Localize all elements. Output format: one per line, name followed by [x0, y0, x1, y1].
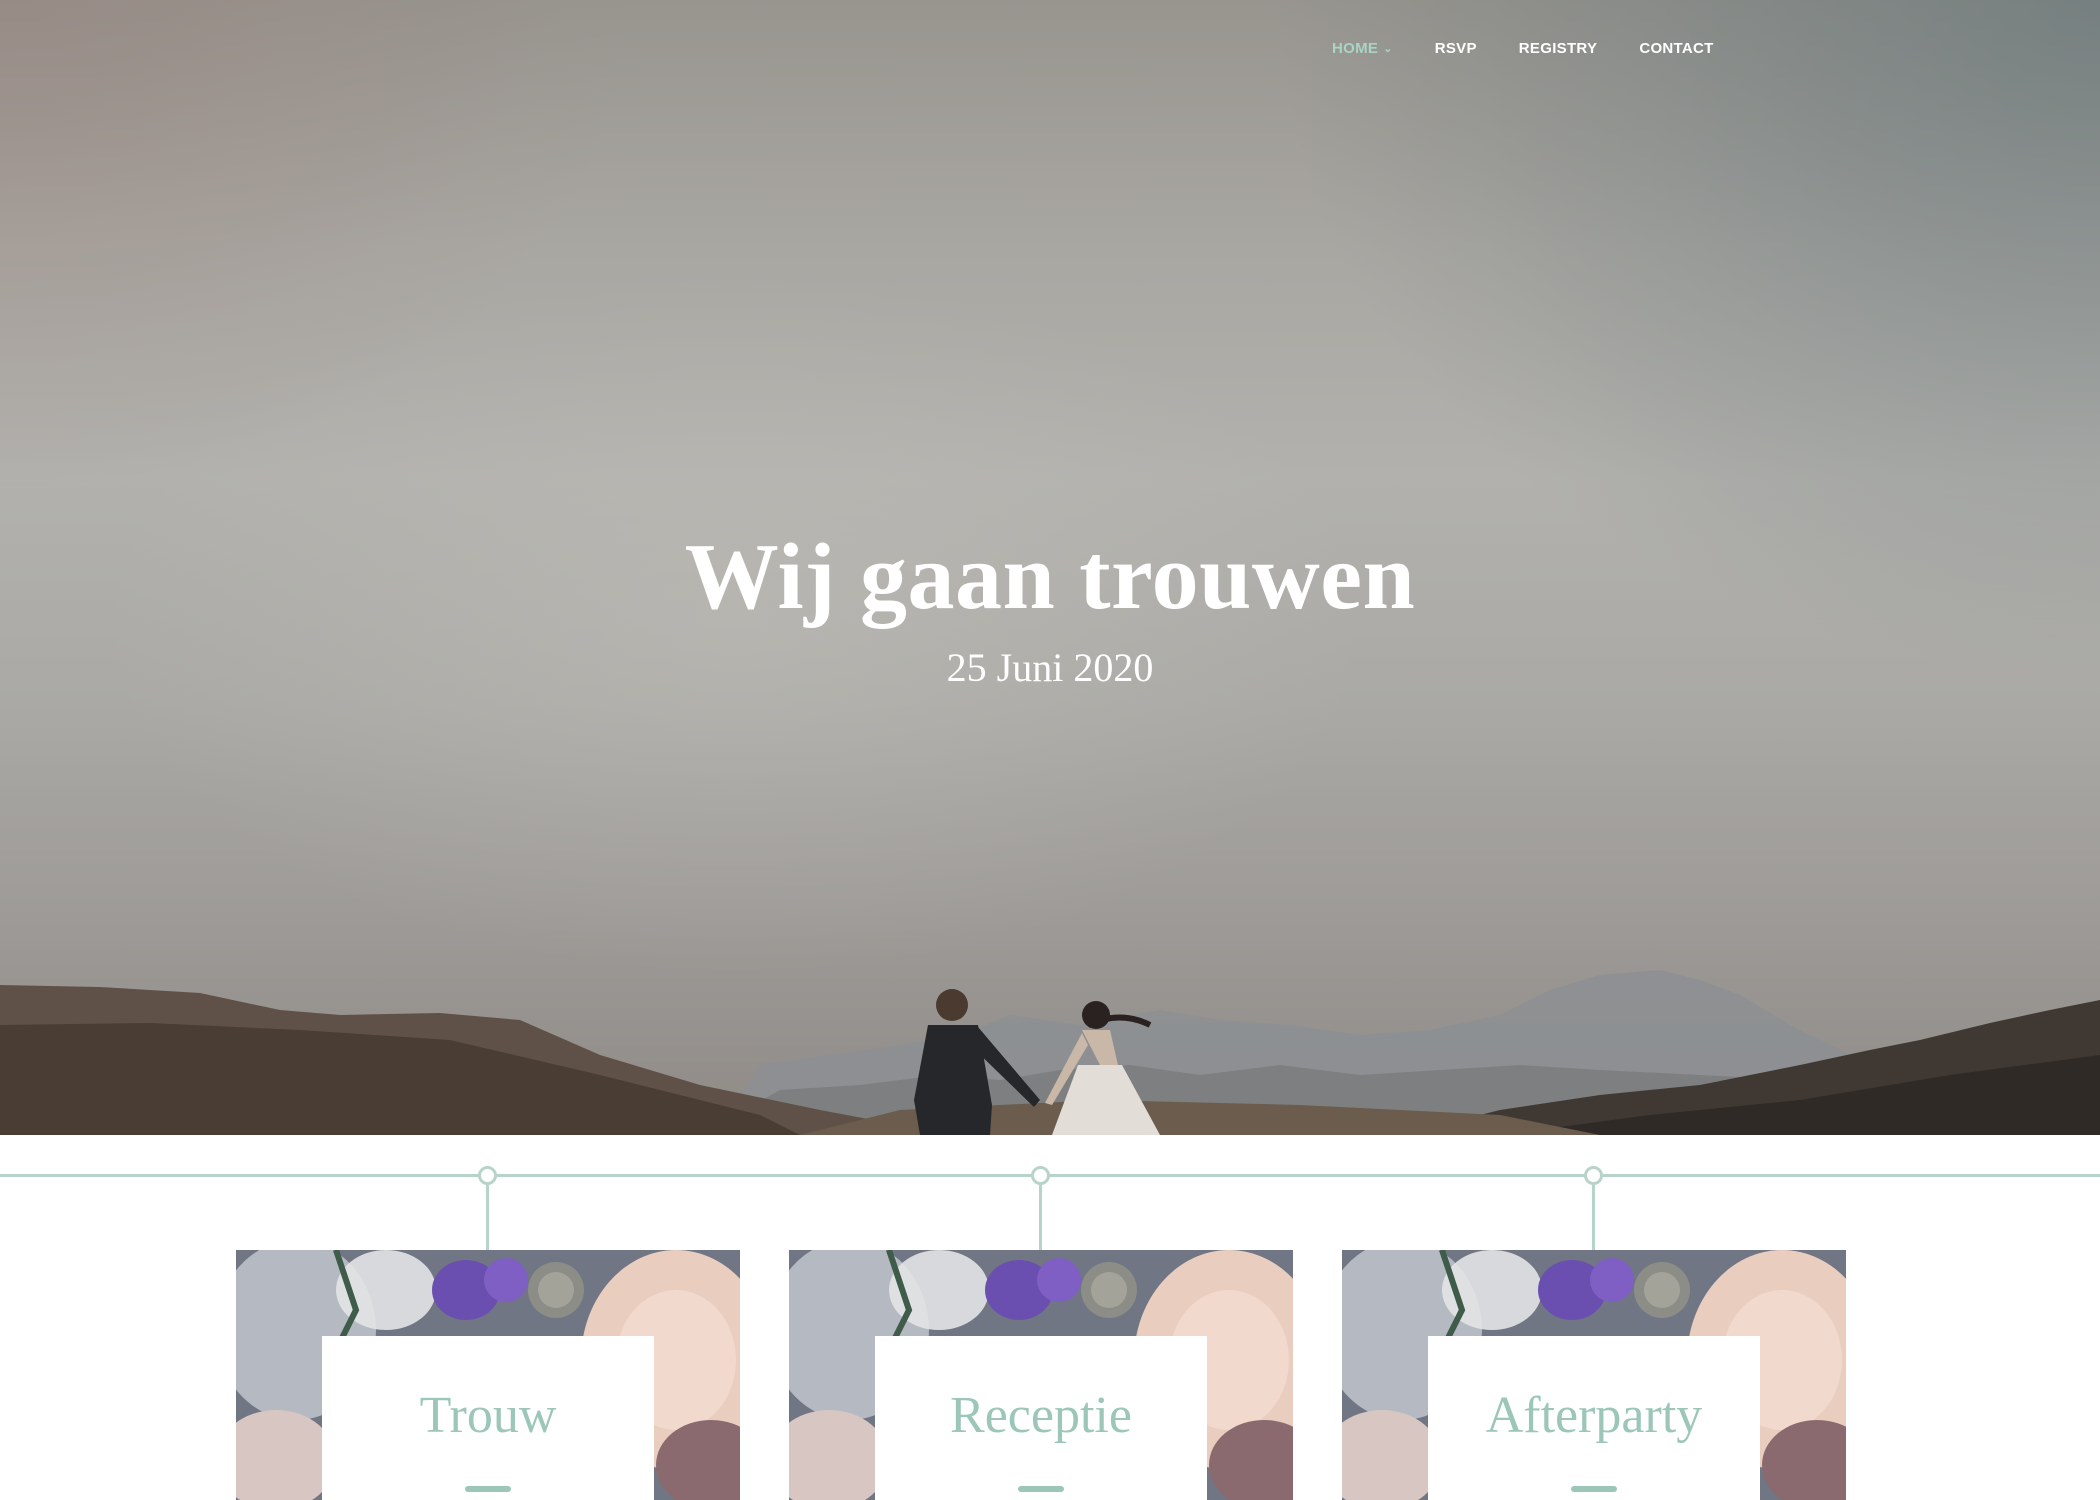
timeline-node	[478, 1166, 497, 1185]
hero-title: Wij gaan trouwen	[684, 525, 1416, 629]
event-card-panel: Receptie	[875, 1336, 1207, 1500]
event-card-panel: Trouw	[322, 1336, 654, 1500]
timeline-stem	[1039, 1185, 1042, 1251]
nav-item-home[interactable]: HOME ⌄	[1332, 40, 1393, 57]
event-card-title: Trouw	[419, 1387, 557, 1444]
event-card-panel: Afterparty	[1428, 1336, 1760, 1500]
event-card-title: Afterparty	[1485, 1387, 1703, 1444]
main-nav: HOME ⌄ RSVP REGISTRY CONTACT	[1332, 40, 1756, 57]
nav-item-rsvp[interactable]: RSVP	[1435, 40, 1477, 57]
timeline-node	[1584, 1166, 1603, 1185]
nav-item-label: CONTACT	[1639, 40, 1714, 57]
event-card-divider	[1018, 1486, 1064, 1492]
timeline-stem	[486, 1185, 489, 1251]
hero-date: 25 Juni 2020	[946, 645, 1154, 690]
nav-item-label: RSVP	[1434, 40, 1477, 57]
nav-item-registry[interactable]: REGISTRY	[1519, 40, 1598, 57]
nav-item-contact[interactable]: CONTACT	[1639, 40, 1713, 57]
event-card-divider	[465, 1486, 511, 1492]
event-card-divider	[1571, 1486, 1617, 1492]
timeline-stem	[1592, 1185, 1595, 1251]
chevron-down-icon: ⌄	[1383, 43, 1393, 55]
event-card-receptie[interactable]: Receptie	[789, 1250, 1293, 1500]
timeline-node	[1031, 1166, 1050, 1185]
hero-section: HOME ⌄ RSVP REGISTRY CONTACT Wij gaan tr…	[0, 0, 2100, 1135]
timeline-line	[0, 1174, 2100, 1177]
event-card-afterparty[interactable]: Afterparty	[1342, 1250, 1846, 1500]
event-card-title: Receptie	[950, 1387, 1132, 1444]
event-card-trouw[interactable]: Trouw	[236, 1250, 740, 1500]
nav-item-label: REGISTRY	[1518, 40, 1598, 57]
hero-landscape-image	[0, 970, 2100, 1135]
nav-item-label: HOME	[1332, 40, 1379, 57]
